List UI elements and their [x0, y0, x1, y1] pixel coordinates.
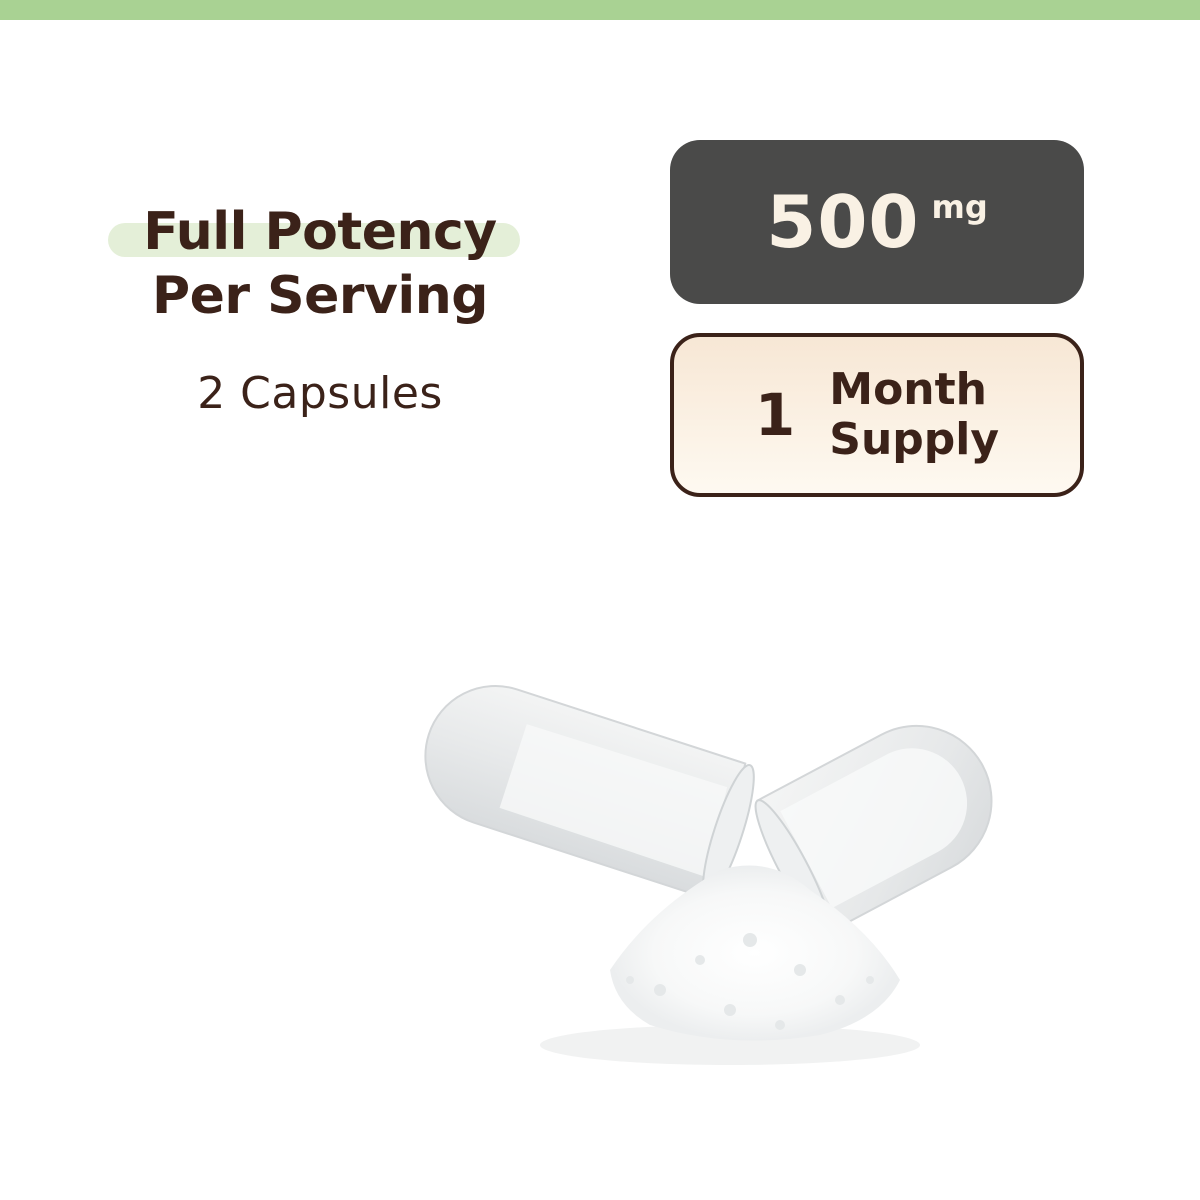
potency-info: Full Potency Per Serving 2 Capsules: [100, 200, 540, 419]
dose-unit: mg: [931, 188, 988, 226]
dose-badge: 500 mg: [670, 140, 1084, 304]
supply-number: 1: [754, 381, 796, 449]
serving-size: 2 Capsules: [197, 368, 443, 419]
potency-headline: Full Potency Per Serving: [100, 200, 540, 328]
open-capsule-powder-icon: [424, 685, 993, 1065]
dose-value: 500: [766, 180, 920, 264]
supply-badge: 1 Month Supply: [670, 333, 1084, 497]
supply-label-line-1: Month: [829, 364, 987, 415]
supply-label-line-2: Supply: [829, 414, 1000, 465]
headline-line-2: Per Serving: [152, 266, 488, 326]
top-accent-bar: [0, 0, 1200, 20]
supply-label: Month Supply: [829, 365, 999, 465]
headline-line-1: Full Potency: [143, 202, 497, 262]
